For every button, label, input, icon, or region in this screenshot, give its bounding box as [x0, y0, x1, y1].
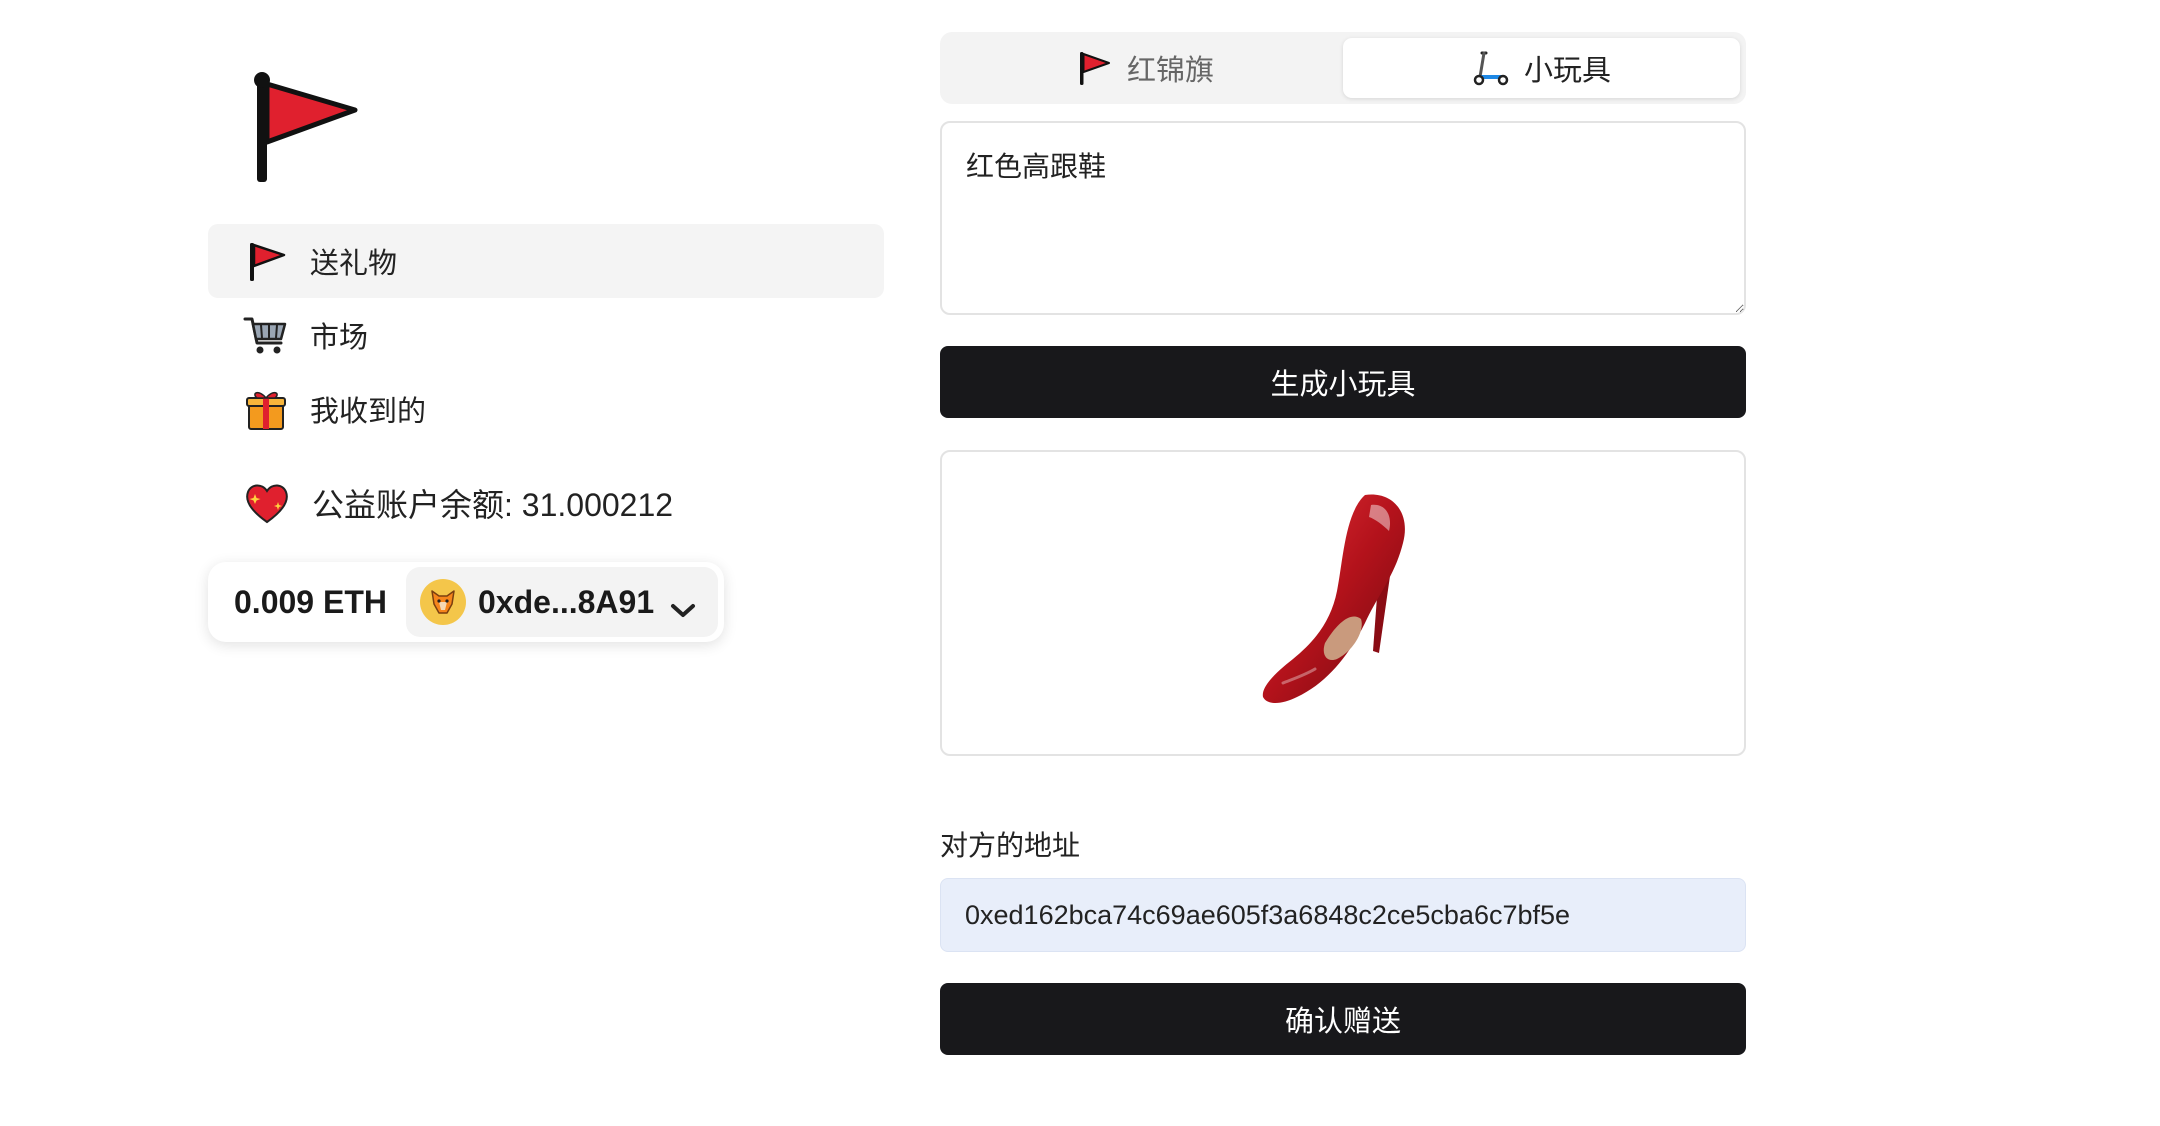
gift-icon [242, 385, 290, 433]
tab-small-toy[interactable]: 小玩具 [1343, 38, 1740, 98]
nav-item-received[interactable]: 我收到的 [208, 372, 884, 446]
metamask-fox-icon [420, 579, 466, 625]
tab-label: 小玩具 [1523, 55, 1611, 87]
nav-label: 市场 [310, 322, 369, 354]
gift-type-tabs: 红锦旗 小玩具 [940, 32, 1746, 104]
generate-toy-button[interactable]: 生成小玩具 [940, 346, 1746, 418]
tab-label: 红锦旗 [1126, 55, 1214, 87]
account-button[interactable]: 0xde...8A91 [406, 567, 718, 637]
nav-item-send-gift[interactable]: 送礼物 [208, 224, 884, 298]
sidebar-nav: 送礼物 市场 我收到的 [208, 224, 884, 446]
shopping-cart-icon [242, 311, 290, 359]
page: 送礼物 市场 我收到的 公益账户余额: 31.000212 0.009 ETH … [0, 0, 2160, 1126]
eth-balance: 0.009 ETH [234, 583, 387, 620]
scooter-icon [1472, 49, 1510, 87]
recipient-address-input[interactable] [940, 878, 1746, 952]
high-heel-image [1262, 494, 1405, 703]
red-flag-icon [1075, 49, 1113, 87]
recipient-address-label: 对方的地址 [940, 830, 1081, 861]
chevron-down-icon [668, 592, 698, 617]
balance-text: 公益账户余额: 31.000212 [312, 487, 674, 523]
gift-prompt-textarea[interactable]: 红色高跟鞋 [940, 121, 1746, 315]
confirm-send-button[interactable]: 确认赠送 [940, 983, 1746, 1055]
toy-preview [940, 450, 1746, 756]
nav-label: 送礼物 [310, 248, 398, 280]
account-address: 0xde...8A91 [478, 583, 655, 620]
nav-label: 我收到的 [310, 396, 427, 428]
wallet-widget: 0.009 ETH 0xde...8A91 [208, 562, 724, 642]
charity-balance: 公益账户余额: 31.000212 [242, 478, 673, 528]
logo-flag-icon [245, 70, 365, 185]
red-flag-icon [242, 237, 290, 285]
tab-red-banner[interactable]: 红锦旗 [946, 38, 1343, 98]
nav-item-market[interactable]: 市场 [208, 298, 884, 372]
sparkling-heart-icon [242, 478, 292, 528]
